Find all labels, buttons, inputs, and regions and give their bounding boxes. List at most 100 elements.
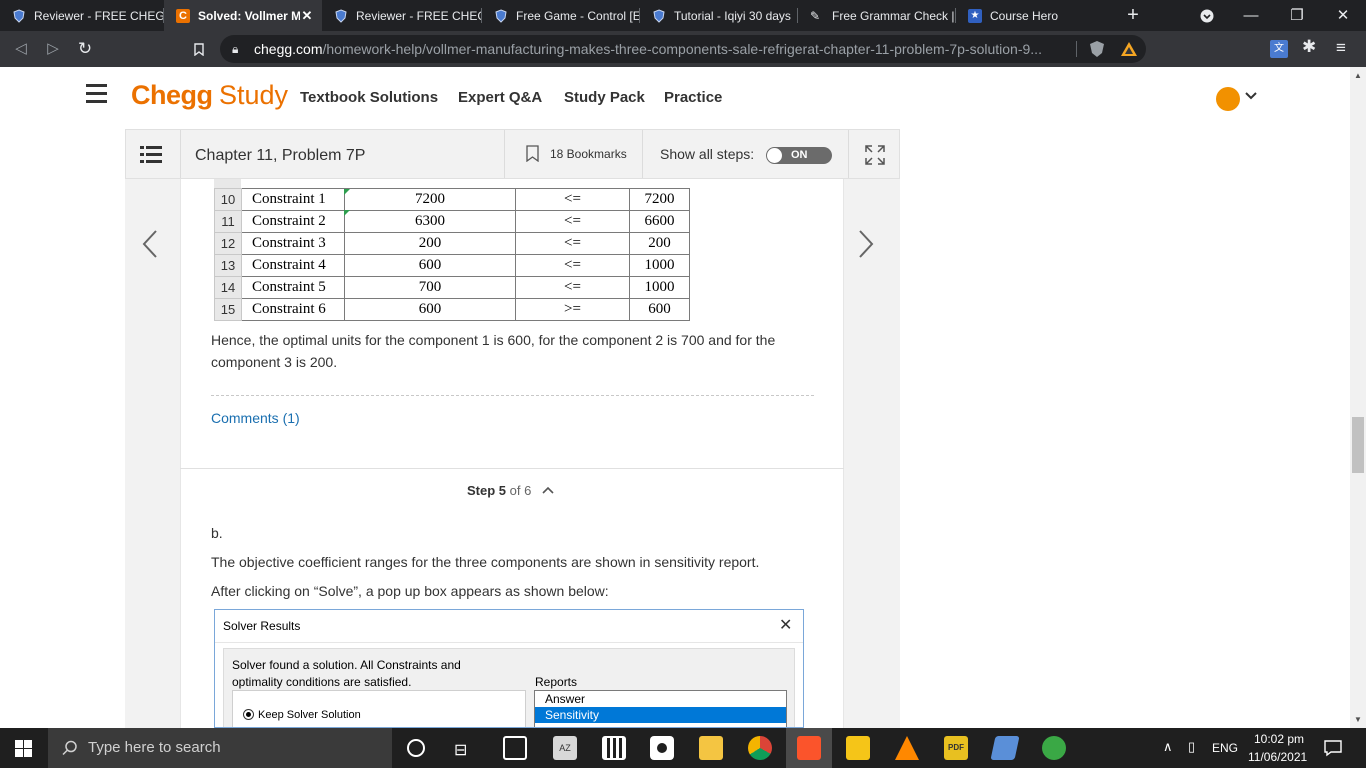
close-tab-icon[interactable]: ✕ [300, 8, 314, 24]
notes-app-icon[interactable] [990, 736, 1020, 760]
divider [211, 395, 814, 396]
chevron-up-icon[interactable] [541, 485, 555, 495]
pdf-app-icon[interactable]: PDF [944, 736, 968, 760]
battery-icon[interactable]: ▯ [1188, 739, 1195, 755]
keep-solution-option: Keep Solver Solution [258, 709, 361, 721]
address-bar[interactable]: 🔒︎ chegg.com/homework-help/vollmer-manuf… [220, 35, 1146, 63]
calculator-icon[interactable] [602, 736, 626, 760]
spreadsheet-image: 10 Constraint 1 7200 <= 7200 11 Constrai… [214, 188, 690, 321]
clock-date[interactable]: 11/06/2021 [1248, 750, 1307, 764]
problem-title: Chapter 11, Problem 7P [195, 147, 366, 164]
browser-menu-icon[interactable]: ≡ [1336, 38, 1346, 58]
operator: >= [515, 298, 630, 321]
new-tab-button[interactable]: + [1110, 0, 1156, 31]
page-scrollbar[interactable]: ▲ ▼ [1350, 67, 1366, 728]
tab-search-icon[interactable] [1184, 0, 1230, 31]
close-window-icon[interactable]: ✕ [1320, 0, 1366, 31]
lhs-value: 600 [344, 298, 516, 321]
row-number: 15 [214, 298, 242, 321]
browser-tab-2[interactable]: C Solved: Vollmer Ma ✕ [164, 0, 322, 31]
previous-arrow-icon[interactable] [140, 228, 160, 265]
windows-start-icon[interactable] [15, 740, 32, 762]
chrome-icon[interactable] [748, 736, 772, 760]
rhs-value: 6600 [629, 210, 690, 233]
expand-icon[interactable] [864, 144, 886, 171]
browser-tab-strip: Reviewer - FREE CHEGG C Solved: Vollmer … [0, 0, 1366, 31]
table-row: 10 Constraint 1 7200 <= 7200 [214, 188, 690, 211]
cell-comment-marker [344, 189, 350, 195]
rhs-value: 7200 [629, 188, 690, 211]
bookmarks-count[interactable]: 18 Bookmarks [550, 147, 627, 161]
hamburger-menu-icon[interactable] [86, 84, 107, 103]
row-number: 13 [214, 254, 242, 277]
forward-icon[interactable]: ▷ [40, 31, 66, 67]
tray-chevron-up-icon[interactable]: ∧ [1163, 739, 1173, 755]
browser-tab-3[interactable]: Reviewer - FREE CHEGG [322, 0, 482, 31]
row-number: 10 [214, 188, 242, 211]
step-header[interactable]: Step 5 of 6 [467, 483, 555, 498]
rhs-value: 1000 [629, 276, 690, 299]
bookmark-page-icon[interactable] [186, 31, 212, 67]
conclusion-line-2: component 3 is 200. [211, 354, 338, 370]
cell-comment-marker [344, 210, 350, 216]
extensions-puzzle-icon[interactable]: ✱ [1302, 37, 1316, 57]
bookmark-icon[interactable] [526, 145, 539, 167]
brave-rewards-icon[interactable] [1120, 40, 1138, 58]
clock-time[interactable]: 10:02 pm [1254, 732, 1304, 746]
browser-tab-4[interactable]: Free Game - Control [E [482, 0, 640, 31]
browser-tab-5[interactable]: Tutorial - Iqiyi 30 days [640, 0, 798, 31]
media-player-icon[interactable] [846, 736, 870, 760]
file-explorer-icon[interactable] [699, 736, 723, 760]
cortana-icon[interactable] [407, 739, 425, 757]
globe-app-icon[interactable] [1042, 736, 1066, 760]
tab-title: Solved: Vollmer Ma [198, 8, 300, 23]
table-row: 13 Constraint 4 600 <= 1000 [214, 254, 690, 277]
windows-taskbar: Type here to search ⊟ AZ PDF ∧ ▯ ENG 10:… [0, 728, 1366, 768]
az-app-icon[interactable]: AZ [553, 736, 577, 760]
translate-extension-icon[interactable]: 文 [1270, 40, 1288, 58]
operator: <= [515, 276, 630, 299]
restore-icon[interactable]: ❐ [1274, 0, 1320, 31]
browser-tab-6[interactable]: ✎ Free Grammar Check | [798, 0, 956, 31]
study-logo[interactable]: Study [219, 80, 288, 111]
brave-shield-icon[interactable] [1088, 40, 1106, 58]
language-indicator[interactable]: ENG [1212, 741, 1238, 755]
nav-expert-qa[interactable]: Expert Q&A [458, 89, 542, 106]
next-arrow-icon[interactable] [856, 228, 876, 265]
minimize-icon[interactable]: — [1228, 0, 1274, 31]
reload-icon[interactable]: ↻ [72, 31, 98, 67]
show-steps-label: Show all steps: [660, 146, 755, 162]
tab-title: Course Hero [990, 8, 1059, 23]
comments-link[interactable]: Comments (1) [211, 407, 300, 429]
vlc-icon[interactable] [895, 736, 919, 760]
camera-icon[interactable] [650, 736, 674, 760]
constraint-label: Constraint 3 [241, 232, 345, 255]
steps-list-icon[interactable] [140, 146, 162, 168]
nav-practice[interactable]: Practice [664, 89, 722, 106]
browser-tab-7[interactable]: ★ Course Hero [956, 0, 1114, 31]
notepad-icon[interactable] [503, 736, 527, 760]
constraint-label: Constraint 5 [241, 276, 345, 299]
scrollbar-thumb[interactable] [1352, 417, 1364, 473]
shield-icon [12, 8, 26, 23]
lhs-value: 600 [344, 254, 516, 277]
notification-icon[interactable] [1324, 739, 1342, 762]
chegg-logo[interactable]: Chegg [131, 80, 213, 111]
show-steps-toggle[interactable]: ON [766, 147, 832, 164]
pen-icon: ✎ [810, 8, 821, 23]
chevron-down-icon[interactable] [1244, 89, 1258, 108]
browser-tab-1[interactable]: Reviewer - FREE CHEGG [0, 0, 164, 31]
back-icon[interactable]: ◁ [8, 31, 34, 67]
chegg-header: Chegg Study Textbook Solutions Expert Q&… [0, 67, 1350, 129]
task-view-icon[interactable]: ⊟ [454, 740, 467, 760]
nav-study-pack[interactable]: Study Pack [564, 89, 645, 106]
step-label: Step 5 [467, 483, 507, 498]
step-of: of 6 [509, 483, 532, 498]
shield-icon [652, 8, 666, 23]
taskbar-search-box[interactable]: Type here to search [48, 728, 392, 768]
nav-textbook-solutions[interactable]: Textbook Solutions [300, 89, 438, 106]
brave-icon[interactable] [797, 736, 821, 760]
lhs-value: 6300 [344, 210, 516, 233]
operator: <= [515, 232, 630, 255]
avatar[interactable] [1216, 87, 1240, 111]
